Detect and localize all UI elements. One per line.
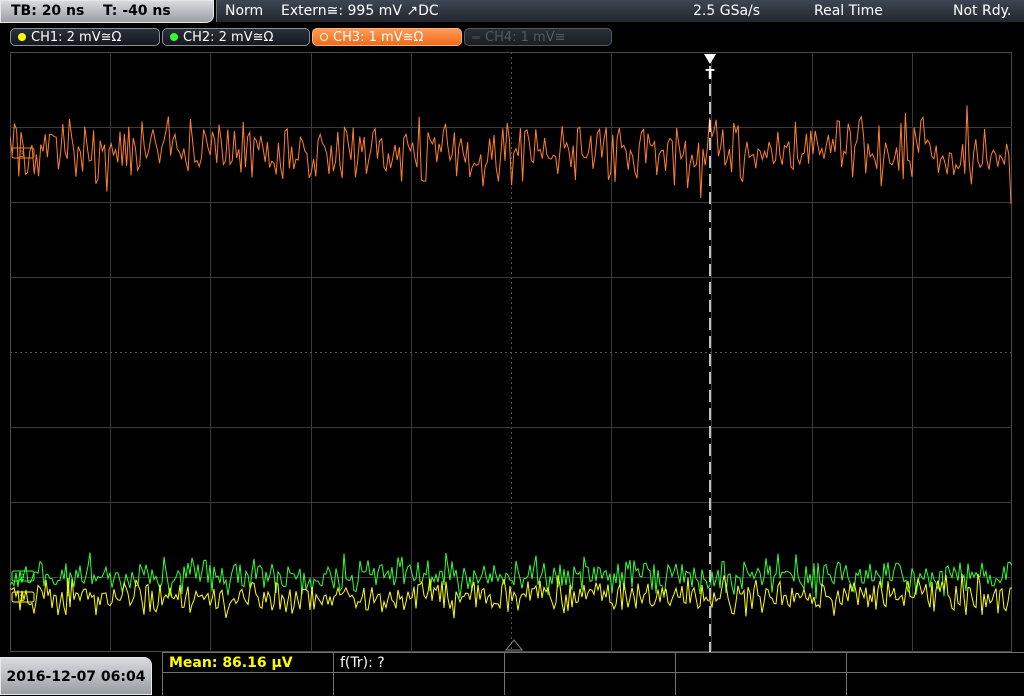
channel-tab-ch4[interactable]: CH4: 1 mV≅ <box>464 28 612 46</box>
ch1-indicator-icon <box>18 33 26 41</box>
channel-tab-ch1[interactable]: CH1: 2 mV≅Ω <box>10 28 160 46</box>
ch3-label: CH3: 1 mV≅Ω <box>333 30 424 45</box>
trigger-source: Extern≅: 995 mV ↗DC <box>281 3 439 19</box>
measurement-panel[interactable]: Mean: 86.16 µV f(Tr): ? <box>162 652 1024 695</box>
acquisition-mode: Real Time <box>814 3 883 19</box>
frequency-measurement: f(Tr): ? <box>340 655 385 671</box>
ch1-marker-label: 1 <box>19 594 25 604</box>
trigger-marker-label: T <box>706 68 715 83</box>
ch2-marker-label: 2 <box>19 573 25 583</box>
date-time: 2016-12-07 06:04 <box>6 669 146 685</box>
ch4-label: CH4: 1 mV≅ <box>485 30 566 45</box>
waveform-display[interactable]: T 3 2 1 <box>10 52 1012 652</box>
graticule <box>10 52 1012 652</box>
trigger-mode: Norm <box>225 3 264 19</box>
ch3-indicator-icon <box>320 33 328 41</box>
time-reference-icon <box>504 639 524 651</box>
sample-rate: 2.5 GSa/s <box>693 3 761 19</box>
timebase-box[interactable]: TB: 20 ns T: -40 ns <box>0 0 214 23</box>
channel-tab-ch3[interactable]: CH3: 1 mV≅Ω <box>312 28 462 46</box>
ch2-label: CH2: 2 mV≅Ω <box>183 30 274 45</box>
acquisition-status-box[interactable]: Norm Extern≅: 995 mV ↗DC 2.5 GSa/s Real … <box>216 0 1024 22</box>
ch1-label: CH1: 2 mV≅Ω <box>31 30 122 45</box>
trigger-position-icon[interactable] <box>704 54 716 64</box>
ch4-indicator-icon <box>472 36 480 39</box>
mean-measurement: Mean: 86.16 µV <box>169 655 293 671</box>
channel-tab-ch2[interactable]: CH2: 2 mV≅Ω <box>162 28 310 46</box>
ch3-marker-label: 3 <box>19 150 25 160</box>
run-state: Not Rdy. <box>953 3 1012 19</box>
top-status-bar: TB: 20 ns T: -40 ns Norm Extern≅: 995 mV… <box>0 0 1024 24</box>
waveform-traces <box>10 105 1012 619</box>
ch2-indicator-icon <box>170 33 178 41</box>
timebase-label: TB: 20 ns <box>11 3 85 19</box>
date-time-box: 2016-12-07 06:04 <box>0 657 152 695</box>
ch3-waveform <box>10 105 1012 204</box>
trigger-position-label: T: -40 ns <box>103 3 171 19</box>
